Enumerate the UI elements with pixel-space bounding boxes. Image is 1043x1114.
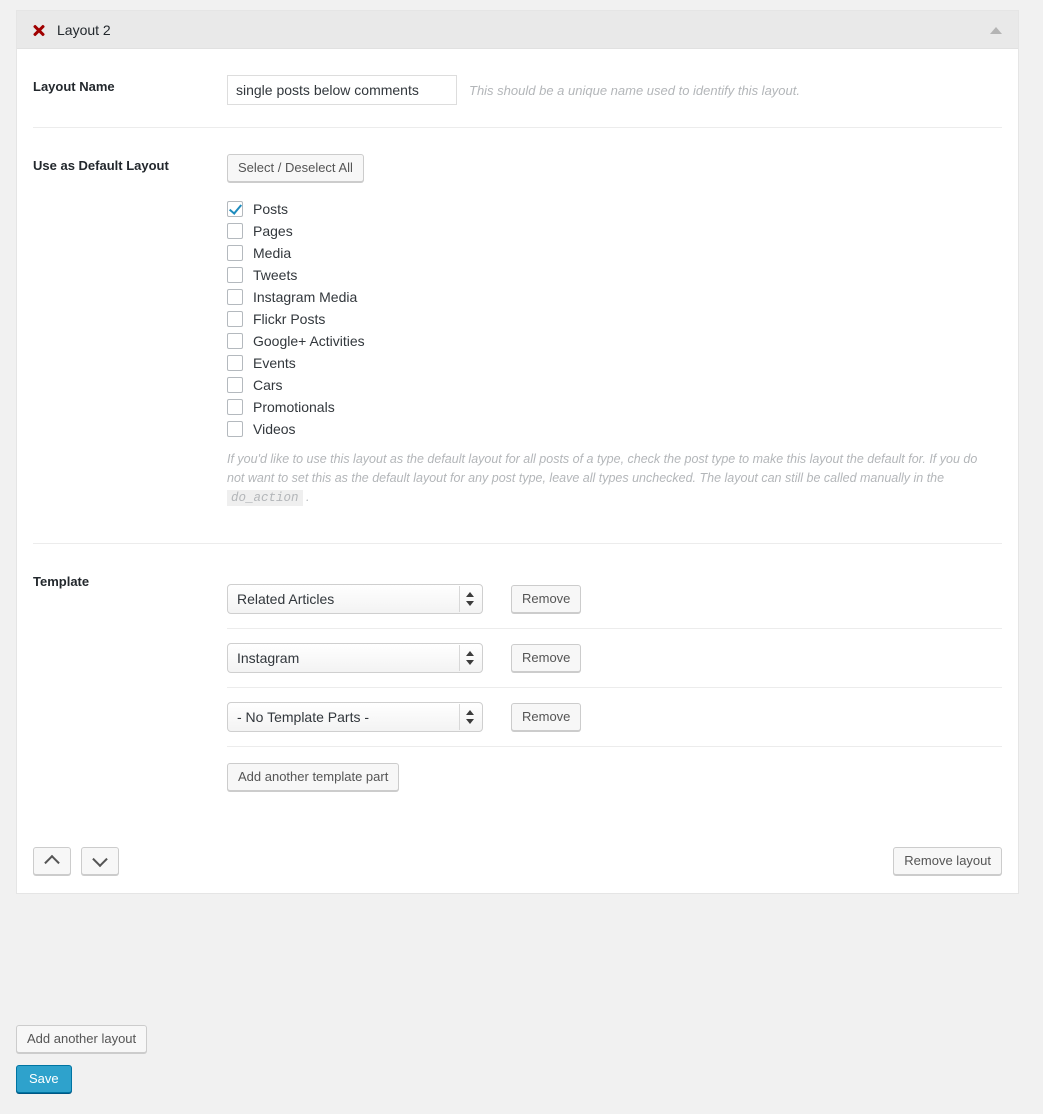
- checkbox-label-cars: Cars: [253, 377, 283, 393]
- post-type-item-google-plus-activities[interactable]: Google+ Activities: [227, 330, 1002, 352]
- remove-template-part-button-3[interactable]: Remove: [511, 702, 582, 731]
- template-parts-group: Related Articles Remove Instagram Remove: [227, 570, 1002, 809]
- checkbox-events[interactable]: [227, 355, 243, 371]
- checkbox-label-videos: Videos: [253, 421, 296, 437]
- layout-name-field-line: This should be a unique name used to ide…: [227, 75, 1002, 105]
- default-layout-note-tail: .: [302, 490, 310, 504]
- select-divider-2: [459, 644, 460, 671]
- remove-layout-button[interactable]: Remove layout: [893, 846, 1002, 875]
- default-layout-row: Use as Default Layout Select / Deselect …: [33, 128, 1002, 544]
- template-label: Template: [33, 573, 90, 589]
- layout-panel-body: Layout Name This should be a unique name…: [17, 49, 1018, 893]
- checkbox-label-google-plus-activities: Google+ Activities: [253, 333, 365, 349]
- layout-panel: Layout 2 Layout Name This should be a un…: [16, 10, 1019, 894]
- checkbox-pages[interactable]: [227, 223, 243, 239]
- default-layout-field-group: Select / Deselect All Posts Pages Media: [227, 154, 1002, 521]
- post-type-item-promotionals[interactable]: Promotionals: [227, 396, 1002, 418]
- template-part-row-3: - No Template Parts - Remove: [227, 688, 1002, 747]
- remove-template-part-button-1[interactable]: Remove: [511, 584, 582, 613]
- select-deselect-all-button[interactable]: Select / Deselect All: [227, 154, 364, 182]
- post-type-item-videos[interactable]: Videos: [227, 418, 1002, 440]
- template-row: Template Related Articles Remove Instagr…: [33, 544, 1002, 831]
- layout-name-row: Layout Name This should be a unique name…: [33, 49, 1002, 128]
- default-layout-label: Use as Default Layout: [33, 158, 169, 173]
- template-part-select-value-3: - No Template Parts -: [237, 708, 370, 725]
- layout-name-help-text: This should be a unique name used to ide…: [469, 82, 800, 98]
- checkbox-label-promotionals: Promotionals: [253, 399, 335, 415]
- select-divider-3: [459, 703, 460, 730]
- checkbox-google-plus-activities[interactable]: [227, 333, 243, 349]
- checkbox-instagram-media[interactable]: [227, 289, 243, 305]
- add-template-part-wrap: Add another template part: [227, 747, 1002, 809]
- checkbox-posts[interactable]: [227, 201, 243, 217]
- select-all-wrap: Select / Deselect All: [227, 154, 1002, 182]
- template-part-select-value-2: Instagram: [237, 649, 300, 666]
- post-type-item-instagram-media[interactable]: Instagram Media: [227, 286, 1002, 308]
- checkbox-label-media: Media: [253, 245, 292, 261]
- layout-name-label: Layout Name: [33, 79, 115, 94]
- layout-move-buttons: [33, 846, 119, 875]
- page-actions: Add another layout Save: [16, 1025, 148, 1093]
- template-part-row-2: Instagram Remove: [227, 629, 1002, 688]
- checkbox-media[interactable]: [227, 245, 243, 261]
- template-part-select-2[interactable]: Instagram: [227, 642, 483, 673]
- default-layout-note: If you'd like to use this layout as the …: [227, 450, 995, 508]
- layout-panel-header: Layout 2: [17, 11, 1018, 49]
- post-type-item-pages[interactable]: Pages: [227, 220, 1002, 242]
- save-button[interactable]: Save: [16, 1065, 72, 1093]
- template-part-select-1[interactable]: Related Articles: [227, 583, 483, 614]
- checkbox-label-pages: Pages: [253, 223, 293, 239]
- checkbox-flickr-posts[interactable]: [227, 311, 243, 327]
- checkbox-label-flickr-posts: Flickr Posts: [253, 311, 326, 327]
- template-part-select-value-1: Related Articles: [237, 590, 335, 607]
- layout-panel-footer: Remove layout: [33, 831, 1002, 893]
- close-icon[interactable]: [31, 22, 47, 38]
- chevron-up-icon: [44, 854, 60, 870]
- checkbox-label-tweets: Tweets: [253, 267, 298, 283]
- checkbox-label-posts: Posts: [253, 201, 289, 217]
- triangle-up-icon[interactable]: [986, 20, 1006, 40]
- checkbox-videos[interactable]: [227, 421, 243, 437]
- default-layout-note-text: If you'd like to use this layout as the …: [227, 452, 978, 485]
- checkbox-promotionals[interactable]: [227, 399, 243, 415]
- do-action-code: do_action: [227, 490, 303, 506]
- post-type-checkbox-list: Posts Pages Media Tweets Instagram Media…: [227, 198, 1002, 440]
- move-layout-down-button[interactable]: [81, 846, 119, 875]
- page-title: Layout 2: [57, 21, 111, 38]
- add-template-part-button[interactable]: Add another template part: [227, 762, 400, 791]
- template-part-row-1: Related Articles Remove: [227, 570, 1002, 629]
- select-divider-1: [459, 585, 460, 612]
- post-type-item-flickr-posts[interactable]: Flickr Posts: [227, 308, 1002, 330]
- layout-name-field-group: This should be a unique name used to ide…: [227, 75, 1002, 105]
- post-type-item-events[interactable]: Events: [227, 352, 1002, 374]
- layout-name-input[interactable]: [227, 75, 457, 105]
- post-type-item-posts[interactable]: Posts: [227, 198, 1002, 220]
- template-part-select-3[interactable]: - No Template Parts -: [227, 701, 483, 732]
- select-spinner-icon-1: [466, 591, 475, 607]
- save-wrap: Save: [16, 1065, 147, 1093]
- select-spinner-icon-3: [466, 709, 475, 725]
- select-spinner-icon-2: [466, 650, 475, 666]
- add-another-layout-button[interactable]: Add another layout: [16, 1025, 148, 1053]
- post-type-item-media[interactable]: Media: [227, 242, 1002, 264]
- checkbox-tweets[interactable]: [227, 267, 243, 283]
- post-type-item-tweets[interactable]: Tweets: [227, 264, 1002, 286]
- remove-template-part-button-2[interactable]: Remove: [511, 643, 582, 672]
- post-type-item-cars[interactable]: Cars: [227, 374, 1002, 396]
- chevron-down-icon: [92, 851, 108, 867]
- checkbox-label-events: Events: [253, 355, 296, 371]
- checkbox-label-instagram-media: Instagram Media: [253, 289, 358, 305]
- move-layout-up-button[interactable]: [33, 846, 71, 875]
- checkbox-cars[interactable]: [227, 377, 243, 393]
